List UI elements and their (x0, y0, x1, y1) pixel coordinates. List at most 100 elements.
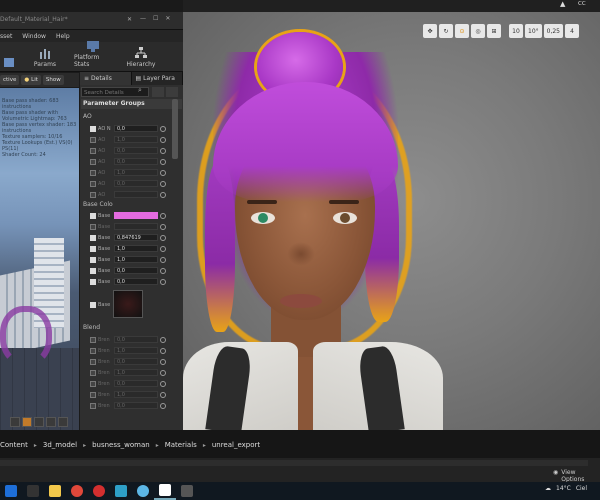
reset-to-default-icon[interactable] (160, 125, 166, 132)
breadcrumb-item[interactable]: Materials (165, 441, 197, 449)
reset-to-default-icon[interactable] (160, 391, 166, 398)
reset-to-default-icon[interactable] (160, 158, 166, 165)
reset-to-default-icon[interactable] (160, 267, 166, 274)
param-value-field[interactable]: 0,0 (114, 147, 158, 154)
param-checkbox[interactable] (90, 234, 96, 241)
param-checkbox[interactable] (90, 278, 96, 285)
scale-tool-icon[interactable]: ⊙ (455, 24, 469, 38)
param-value-field[interactable]: 1,0 (114, 256, 158, 263)
reset-to-default-icon[interactable] (160, 136, 166, 143)
breadcrumb-item[interactable]: Content (0, 441, 28, 449)
tab-close-icon[interactable]: ✕ (127, 16, 132, 23)
param-checkbox[interactable] (90, 358, 96, 365)
taskbar-button[interactable] (88, 482, 110, 500)
level-viewport[interactable]: ✥ ↻ ⊙ ◎ ⊞ 10 10° 0,25 4 (183, 12, 600, 430)
taskbar-button[interactable] (0, 482, 22, 500)
param-checkbox[interactable] (90, 180, 96, 187)
toolbar-hierarchy-button[interactable]: Hierarchy (122, 47, 160, 68)
tab-details[interactable]: ≡ Details (80, 72, 132, 85)
param-value-field[interactable]: 0,0 (114, 125, 158, 132)
grid-view-icon[interactable] (152, 87, 164, 97)
plane-preview-button[interactable] (34, 417, 44, 427)
param-value-field[interactable] (114, 191, 158, 198)
mesh-preview-button[interactable] (58, 417, 68, 427)
camera-speed-button[interactable]: 4 (565, 24, 579, 38)
param-checkbox[interactable] (90, 301, 96, 308)
taskbar-button[interactable] (22, 482, 44, 500)
breadcrumb-item[interactable]: 3d_model (43, 441, 77, 449)
cube-preview-button[interactable] (46, 417, 56, 427)
param-value-field[interactable]: 0,0 (114, 336, 158, 343)
horizontal-scrollbar[interactable] (0, 460, 588, 466)
param-checkbox[interactable] (90, 136, 96, 143)
reset-to-default-icon[interactable] (160, 234, 166, 241)
surface-snap-icon[interactable]: ⊞ (487, 24, 501, 38)
lit-button[interactable]: ● Lit (21, 75, 41, 85)
menu-item-window[interactable]: Window (22, 33, 46, 40)
reset-to-default-icon[interactable] (160, 380, 166, 387)
taskbar-button[interactable] (110, 482, 132, 500)
toolbar-asset-button[interactable] (2, 56, 16, 68)
param-value-field[interactable]: 0,0 (114, 380, 158, 387)
reset-to-default-icon[interactable] (160, 256, 166, 263)
group-blend-header[interactable]: Blend (81, 323, 100, 333)
breadcrumb-item[interactable]: busness_woman (92, 441, 150, 449)
reset-to-default-icon[interactable] (160, 347, 166, 354)
toolbar-platform-stats-button[interactable]: Platform Stats (74, 40, 112, 68)
reset-to-default-icon[interactable] (160, 169, 166, 176)
editor-tab-title[interactable]: Default_Material_Hair* (0, 16, 68, 23)
reset-to-default-icon[interactable] (160, 336, 166, 343)
color-swatch[interactable] (114, 212, 158, 219)
group-ao-header[interactable]: AO (81, 112, 92, 122)
param-value-field[interactable]: 1,0 (114, 369, 158, 376)
param-checkbox[interactable] (90, 402, 96, 409)
param-checkbox[interactable] (90, 245, 96, 252)
menu-item-help[interactable]: Help (56, 33, 70, 40)
group-base-color-header[interactable]: Base Colo (81, 200, 113, 210)
sphere-preview-button[interactable] (22, 417, 32, 427)
perspective-button[interactable]: ctive (0, 75, 20, 85)
param-checkbox[interactable] (90, 380, 96, 387)
param-value-field[interactable]: 0,0 (114, 158, 158, 165)
show-button[interactable]: Show (42, 75, 64, 85)
minimize-icon[interactable]: — (140, 15, 146, 22)
param-checkbox[interactable] (90, 169, 96, 176)
param-value-field[interactable]: 1,0 (114, 245, 158, 252)
param-value-field[interactable] (114, 223, 158, 230)
param-checkbox[interactable] (90, 147, 96, 154)
taskbar-button[interactable] (176, 482, 198, 500)
rotate-tool-icon[interactable]: ↻ (439, 24, 453, 38)
param-value-field[interactable]: 1,0 (114, 391, 158, 398)
reset-to-default-icon[interactable] (160, 369, 166, 376)
param-value-field[interactable]: 0,0 (114, 358, 158, 365)
param-checkbox[interactable] (90, 391, 96, 398)
reset-to-default-icon[interactable] (160, 191, 166, 198)
toolbar-params-button[interactable]: Params (26, 47, 64, 68)
reset-to-default-icon[interactable] (160, 147, 166, 154)
param-checkbox[interactable] (90, 191, 96, 198)
breadcrumb-item[interactable]: unreal_export (212, 441, 260, 449)
reset-to-default-icon[interactable] (160, 278, 166, 285)
notification-icon[interactable]: ▲ (560, 0, 570, 10)
param-checkbox[interactable] (90, 125, 96, 132)
param-value-field[interactable]: 0,0 (114, 267, 158, 274)
param-value-field[interactable]: 0,847619 (114, 234, 158, 241)
param-checkbox[interactable] (90, 212, 96, 219)
maximize-icon[interactable]: ☐ (153, 15, 158, 22)
param-checkbox[interactable] (90, 347, 96, 354)
world-local-icon[interactable]: ◎ (471, 24, 485, 38)
scale-snap-button[interactable]: 0,25 (543, 24, 563, 38)
taskbar-button[interactable] (66, 482, 88, 500)
param-value-field[interactable]: 1,0 (114, 347, 158, 354)
reset-to-default-icon[interactable] (160, 180, 166, 187)
reset-to-default-icon[interactable] (160, 358, 166, 365)
param-value-field[interactable]: 0,0 (114, 278, 158, 285)
texture-thumbnail[interactable] (113, 290, 143, 318)
cylinder-preview-button[interactable] (10, 417, 20, 427)
view-options-button[interactable]: ◉ View Options (553, 469, 600, 483)
reset-to-default-icon[interactable] (160, 245, 166, 252)
reset-to-default-icon[interactable] (160, 402, 166, 409)
reset-to-default-icon[interactable] (160, 223, 166, 230)
reset-to-default-icon[interactable] (160, 212, 166, 219)
param-checkbox[interactable] (90, 158, 96, 165)
